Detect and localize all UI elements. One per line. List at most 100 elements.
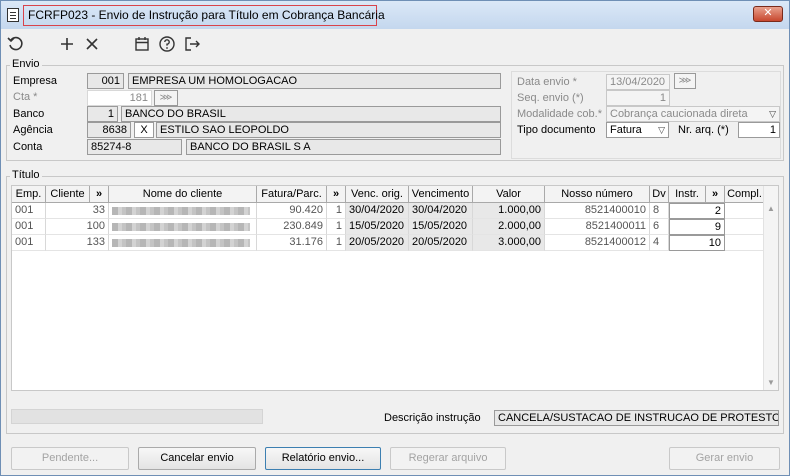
tipo-doc-label: Tipo documento bbox=[517, 124, 596, 136]
cell-nosso-numero[interactable]: 8521400010 bbox=[545, 203, 650, 219]
nr-arq-field[interactable]: 1 bbox=[738, 122, 780, 138]
col-header-emp[interactable]: Emp. bbox=[12, 186, 46, 203]
cell-vencimento[interactable]: 30/04/2020 bbox=[409, 203, 473, 219]
cell-venc-orig[interactable]: 20/05/2020 bbox=[346, 235, 409, 251]
col-header-nome-cliente[interactable]: Nome do cliente bbox=[109, 186, 257, 203]
cell-dv[interactable]: 6 bbox=[650, 219, 669, 235]
status-panel bbox=[11, 409, 263, 424]
modalidade-value: Cobrança caucionada direta bbox=[610, 108, 748, 120]
pendente-button[interactable]: Pendente... bbox=[11, 447, 129, 470]
cell-parc[interactable]: 1 bbox=[327, 235, 346, 251]
help-icon[interactable] bbox=[156, 33, 178, 55]
col-header-compl[interactable]: Compl. bbox=[725, 186, 765, 203]
agencia-code-field[interactable]: 8638 bbox=[87, 122, 131, 138]
toolbar bbox=[1, 31, 789, 57]
cell-dv[interactable]: 4 bbox=[650, 235, 669, 251]
calendar-icon[interactable] bbox=[131, 33, 153, 55]
redacted-name bbox=[112, 207, 250, 215]
cell-venc-orig[interactable]: 15/05/2020 bbox=[346, 219, 409, 235]
cell-fatura[interactable]: 31.176 bbox=[257, 235, 327, 251]
seq-envio-label: Seq. envio (*) bbox=[517, 92, 584, 104]
cell-compl[interactable] bbox=[725, 235, 765, 251]
cta-label: Cta * bbox=[13, 91, 38, 103]
conta-name-field: BANCO DO BRASIL S A bbox=[186, 139, 501, 155]
cell-vencimento[interactable]: 15/05/2020 bbox=[409, 219, 473, 235]
cell-compl[interactable] bbox=[725, 219, 765, 235]
cell-emp[interactable]: 001 bbox=[12, 219, 46, 235]
app-document-icon bbox=[7, 8, 19, 22]
cell-cliente[interactable]: 33 bbox=[46, 203, 109, 219]
cell-cliente[interactable]: 100 bbox=[46, 219, 109, 235]
descricao-instrucao-label: Descrição instrução bbox=[384, 412, 481, 424]
cell-valor[interactable]: 2.000,00 bbox=[473, 219, 545, 235]
grid-vertical-scrollbar[interactable]: ▲ ▼ bbox=[763, 186, 778, 390]
cell-vencimento[interactable]: 20/05/2020 bbox=[409, 235, 473, 251]
gerar-envio-button[interactable]: Gerar envio bbox=[669, 447, 780, 470]
lookup-icon: ⋙ bbox=[159, 92, 173, 102]
cell-emp[interactable]: 001 bbox=[12, 203, 46, 219]
col-header-fatura-expand[interactable]: » bbox=[327, 186, 346, 203]
empresa-code-field[interactable]: 001 bbox=[87, 73, 124, 89]
col-header-instr[interactable]: Instr. bbox=[669, 186, 706, 203]
cell-valor[interactable]: 3.000,00 bbox=[473, 235, 545, 251]
cell-venc-orig[interactable]: 30/04/2020 bbox=[346, 203, 409, 219]
cell-fatura[interactable]: 230.849 bbox=[257, 219, 327, 235]
cta-lookup-button[interactable]: ⋙ bbox=[154, 90, 178, 106]
cell-nosso-numero[interactable]: 8521400012 bbox=[545, 235, 650, 251]
col-header-venc-orig[interactable]: Venc. orig. bbox=[346, 186, 409, 203]
cell-parc[interactable]: 1 bbox=[327, 203, 346, 219]
col-header-dv[interactable]: Dv bbox=[650, 186, 669, 203]
redacted-name bbox=[112, 223, 250, 231]
banco-code-field[interactable]: 1 bbox=[87, 106, 118, 122]
add-icon[interactable] bbox=[56, 33, 78, 55]
cell-fatura[interactable]: 90.420 bbox=[257, 203, 327, 219]
modalidade-select[interactable]: Cobrança caucionada direta ▽ bbox=[606, 106, 780, 122]
regerar-arquivo-button[interactable]: Regerar arquivo bbox=[390, 447, 506, 470]
col-header-valor[interactable]: Valor bbox=[473, 186, 545, 203]
refresh-icon[interactable] bbox=[5, 33, 27, 55]
col-header-vencimento[interactable]: Vencimento bbox=[409, 186, 473, 203]
conta-label: Conta bbox=[13, 141, 43, 153]
cta-field[interactable]: 181 bbox=[87, 90, 152, 106]
window-title: FCRFP023 - Envio de Instrução para Títul… bbox=[23, 5, 385, 26]
cancelar-envio-button[interactable]: Cancelar envio bbox=[138, 447, 256, 470]
seq-envio-field[interactable]: 1 bbox=[606, 90, 670, 106]
cell-emp[interactable]: 001 bbox=[12, 235, 46, 251]
nr-arq-label: Nr. arq. (*) bbox=[678, 124, 729, 136]
cell-instr[interactable]: 2 bbox=[669, 203, 725, 219]
tipo-doc-value: Fatura bbox=[610, 124, 642, 136]
conta-code-field[interactable]: 85274-8 bbox=[87, 139, 182, 155]
cell-instr[interactable]: 9 bbox=[669, 219, 725, 235]
cell-instr[interactable]: 10 bbox=[669, 235, 725, 251]
empresa-name-field: EMPRESA UM HOMOLOGACAO bbox=[128, 73, 501, 89]
title-bar: FCRFP023 - Envio de Instrução para Títul… bbox=[1, 1, 789, 29]
data-envio-calendar-button[interactable]: ⋙ bbox=[674, 73, 696, 89]
col-header-cliente[interactable]: Cliente bbox=[46, 186, 90, 203]
cell-nome-cliente-redacted bbox=[109, 219, 257, 235]
scroll-down-icon[interactable]: ▼ bbox=[764, 378, 778, 387]
relatorio-envio-button[interactable]: Relatório envio... bbox=[265, 447, 381, 470]
tipo-doc-select[interactable]: Fatura ▽ bbox=[606, 122, 669, 138]
cell-nosso-numero[interactable]: 8521400011 bbox=[545, 219, 650, 235]
agencia-dv-field[interactable]: X bbox=[134, 122, 154, 138]
cell-compl[interactable] bbox=[725, 203, 765, 219]
col-header-instr-expand[interactable]: » bbox=[706, 186, 725, 203]
data-envio-field[interactable]: 13/04/2020 bbox=[606, 74, 670, 90]
chevron-down-icon: ▽ bbox=[769, 109, 776, 119]
data-envio-label: Data envio * bbox=[517, 76, 577, 88]
calendar-picker-icon: ⋙ bbox=[678, 75, 692, 85]
col-header-cliente-expand[interactable]: » bbox=[90, 186, 109, 203]
cell-parc[interactable]: 1 bbox=[327, 219, 346, 235]
col-header-fatura-parc[interactable]: Fatura/Parc. bbox=[257, 186, 327, 203]
col-header-nosso-numero[interactable]: Nosso número bbox=[545, 186, 650, 203]
close-button[interactable]: ✕ bbox=[753, 6, 783, 22]
cell-valor[interactable]: 1.000,00 bbox=[473, 203, 545, 219]
banco-name-field: BANCO DO BRASIL bbox=[121, 106, 501, 122]
cell-dv[interactable]: 8 bbox=[650, 203, 669, 219]
exit-icon[interactable] bbox=[181, 33, 203, 55]
cell-cliente[interactable]: 133 bbox=[46, 235, 109, 251]
redacted-name bbox=[112, 239, 250, 247]
chevron-down-icon: ▽ bbox=[658, 125, 665, 135]
cancel-icon[interactable] bbox=[81, 33, 103, 55]
scroll-up-icon[interactable]: ▲ bbox=[764, 204, 778, 213]
